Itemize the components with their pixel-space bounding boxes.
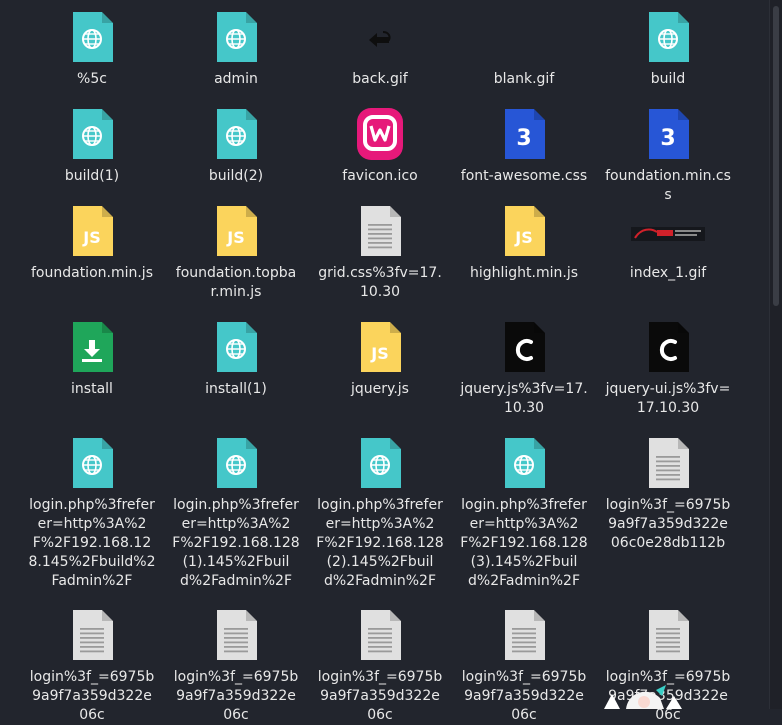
web-icon	[357, 436, 403, 490]
blank-icon	[501, 10, 547, 64]
web-icon	[213, 436, 259, 490]
file-name-label: %5c	[77, 71, 107, 87]
file-item[interactable]: login.php%3freferer=http%3A%2F%2F192.168…	[308, 436, 452, 591]
file-name-label: login.php%3freferer=http%3A%2F%2F192.168…	[316, 497, 444, 589]
file-item[interactable]: JS foundation.topbar.min.js	[164, 204, 308, 302]
file-name-label: login.php%3freferer=http%3A%2F%2F192.168…	[460, 497, 588, 589]
file-item[interactable]: grid.css%3fv=17.10.30	[308, 204, 452, 302]
file-name-label: install	[71, 381, 113, 397]
web-icon	[213, 320, 259, 374]
banner-image-icon	[631, 204, 705, 258]
file-name-label: foundation.min.css	[605, 168, 731, 203]
file-item[interactable]: build(2)	[164, 107, 308, 186]
file-item[interactable]: blank.gif	[452, 10, 596, 89]
text-file-icon	[357, 608, 403, 662]
file-name-label: back.gif	[352, 71, 408, 87]
file-item[interactable]: 3 font-awesome.css	[452, 107, 596, 186]
web-icon	[69, 107, 115, 161]
c-file-icon	[501, 320, 547, 374]
file-name-label: favicon.ico	[342, 168, 418, 184]
file-name-label: build(2)	[208, 168, 264, 184]
file-item[interactable]: jquery.js%3fv=17.10.30	[452, 320, 596, 418]
c-file-icon	[645, 320, 691, 374]
file-name-label: build	[650, 71, 686, 87]
svg-text:JS: JS	[514, 228, 532, 247]
web-icon	[645, 10, 691, 64]
text-file-icon	[357, 204, 403, 258]
text-file-icon	[501, 608, 547, 662]
web-icon	[213, 107, 259, 161]
text-file-icon	[645, 608, 691, 662]
file-name-label: login%3f_=6975b9a9f7a359d322e06c	[173, 669, 299, 723]
file-name-label: grid.css%3fv=17.10.30	[318, 265, 442, 300]
svg-text:JS: JS	[370, 344, 388, 363]
file-name-label: highlight.min.js	[469, 265, 579, 281]
file-item[interactable]: login%3f_=6975b9a9f7a359d322e06c	[308, 608, 452, 725]
file-name-label: login%3f_=6975b9a9f7a359d322e06c	[461, 669, 587, 723]
file-item[interactable]: JS highlight.min.js	[452, 204, 596, 283]
file-item[interactable]: login%3f_=6975b9a9f7a359d322e06c	[20, 608, 164, 725]
file-item[interactable]: build(1)	[20, 107, 164, 186]
file-item[interactable]: jquery-ui.js%3fv=17.10.30	[596, 320, 740, 418]
svg-text:3: 3	[516, 126, 531, 151]
file-name-label: foundation.min.js	[30, 265, 153, 281]
mascot-sticker-icon	[598, 684, 688, 709]
web-icon	[501, 436, 547, 490]
file-item[interactable]: JS jquery.js	[308, 320, 452, 399]
js-icon: JS	[213, 204, 259, 258]
file-item[interactable]: index_1.gif	[596, 204, 740, 283]
back-arrow-icon	[357, 10, 403, 64]
file-item[interactable]: 3 foundation.min.css	[596, 107, 740, 205]
file-item[interactable]: build	[596, 10, 740, 89]
file-item[interactable]: %5c	[20, 10, 164, 89]
file-item[interactable]: favicon.ico	[308, 107, 452, 186]
svg-text:JS: JS	[82, 228, 100, 247]
text-file-icon	[645, 436, 691, 490]
file-name-label: jquery-ui.js%3fv=17.10.30	[605, 381, 731, 416]
text-file-icon	[213, 608, 259, 662]
file-item[interactable]: install(1)	[164, 320, 308, 399]
file-item[interactable]: login%3f_=6975b9a9f7a359d322e06c	[452, 608, 596, 725]
svg-text:3: 3	[660, 126, 675, 151]
web-icon	[69, 10, 115, 64]
file-item[interactable]: login.php%3freferer=http%3A%2F%2F192.168…	[164, 436, 308, 591]
file-name-label: admin	[214, 71, 258, 87]
js-icon: JS	[501, 204, 547, 258]
wamp-logo-icon	[357, 107, 403, 161]
vertical-scrollbar[interactable]	[769, 0, 782, 709]
css-icon: 3	[645, 107, 691, 161]
file-item[interactable]: JS foundation.min.js	[20, 204, 164, 283]
file-grid: %5c admin back.gif blank.gif build build(1) bu…	[0, 0, 740, 723]
file-name-label: jquery.js%3fv=17.10.30	[460, 381, 588, 416]
file-name-label: login%3f_=6975b9a9f7a359d322e06c	[317, 669, 443, 723]
file-item[interactable]: install	[20, 320, 164, 399]
file-name-label: jquery.js	[351, 381, 409, 397]
web-icon	[213, 10, 259, 64]
file-item[interactable]: back.gif	[308, 10, 452, 89]
file-name-label: blank.gif	[493, 71, 555, 87]
installer-icon	[69, 320, 115, 374]
file-name-label: index_1.gif	[629, 265, 707, 281]
file-name-label: font-awesome.css	[460, 168, 588, 184]
js-icon: JS	[357, 320, 403, 374]
file-name-label: install(1)	[205, 381, 267, 397]
file-item[interactable]: login.php%3freferer=http%3A%2F%2F192.168…	[20, 436, 164, 591]
file-name-label: login.php%3freferer=http%3A%2F%2F192.168…	[172, 497, 300, 589]
file-name-label: login%3f_=6975b9a9f7a359d322e06c	[29, 669, 155, 723]
text-file-icon	[69, 608, 115, 662]
svg-text:JS: JS	[226, 228, 244, 247]
file-item[interactable]: login.php%3freferer=http%3A%2F%2F192.168…	[452, 436, 596, 591]
file-name-label: foundation.topbar.min.js	[175, 265, 297, 300]
file-name-label: build(1)	[64, 168, 120, 184]
file-name-label: login.php%3freferer=http%3A%2F%2F192.168…	[28, 497, 156, 589]
css-icon: 3	[501, 107, 547, 161]
js-icon: JS	[69, 204, 115, 258]
file-item[interactable]: admin	[164, 10, 308, 89]
file-name-label: login%3f_=6975b9a9f7a359d322e06c0e28db11…	[605, 497, 731, 551]
web-icon	[69, 436, 115, 490]
file-item[interactable]: login%3f_=6975b9a9f7a359d322e06c0e28db11…	[596, 436, 740, 553]
scroll-thumb[interactable]	[773, 6, 779, 306]
file-item[interactable]: login%3f_=6975b9a9f7a359d322e06c	[164, 608, 308, 725]
